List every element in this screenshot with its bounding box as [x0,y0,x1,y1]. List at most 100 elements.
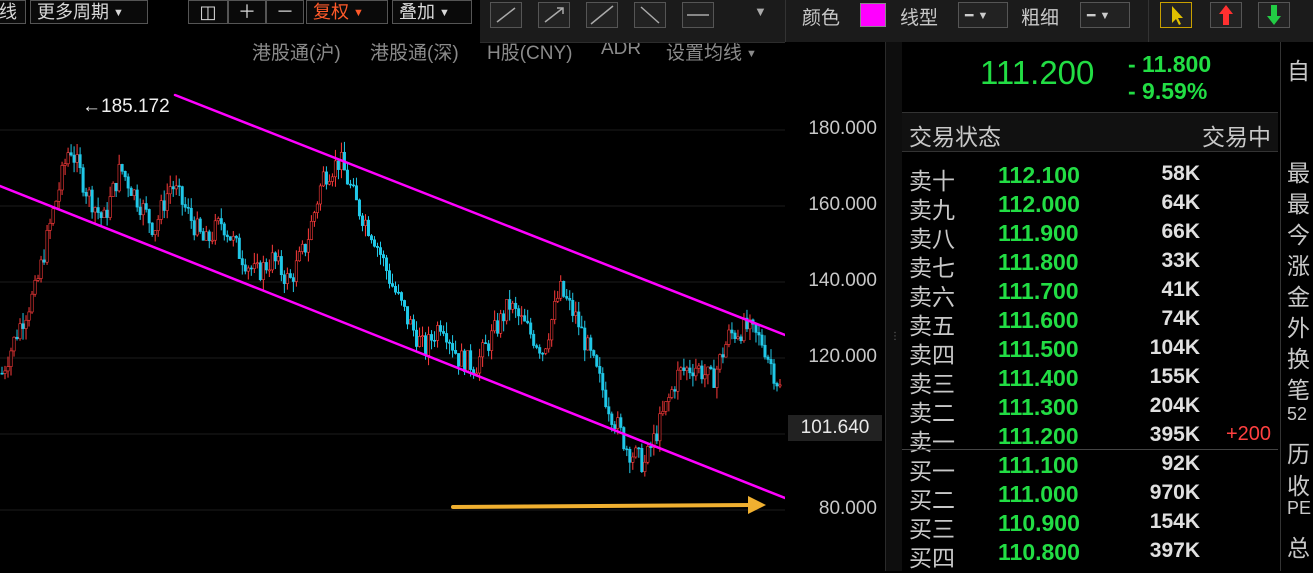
bid-row[interactable]: 买三 110.900 154K [902,510,1278,542]
ask-row[interactable]: 卖十 112.100 58K [902,162,1278,194]
ask-row[interactable]: 卖五 111.600 74K [902,307,1278,339]
ask-row[interactable]: 卖二 111.300 204K [902,394,1278,426]
line-type-dropdown[interactable]: ━ ▼ [958,2,1008,28]
candle [327,174,331,186]
candle [156,215,160,237]
zoom-in-button[interactable]: ＋ [228,0,266,24]
ask-row[interactable]: 卖九 112.000 64K [902,191,1278,223]
candle [270,244,274,274]
candle [198,217,202,234]
candle [294,250,298,287]
candle [93,206,97,224]
ask-row[interactable]: 卖八 111.900 66K [902,220,1278,252]
color-swatch[interactable] [860,3,886,27]
candle [258,260,262,282]
ask-vol: 41K [1161,278,1200,301]
thickness-dropdown[interactable]: ━ ▼ [1080,2,1130,28]
candle [769,349,773,375]
candle [336,160,340,180]
candle [661,400,665,416]
adjust-dropdown[interactable]: 复权 ▼ [306,0,388,24]
panel-splitter[interactable]: ⋮ [885,42,903,571]
candle [6,356,10,378]
ask-row[interactable]: 卖六 111.700 41K [902,278,1278,310]
candle [601,367,605,398]
candle [267,259,271,277]
arrow-head-icon [748,496,766,514]
down-arrow-tool[interactable] [1258,2,1290,28]
candle [523,308,527,322]
candle [24,315,28,340]
bid-row[interactable]: 买二 111.000 970K [902,481,1278,513]
candle [544,348,548,356]
candle [48,218,52,240]
candle [132,188,136,201]
candle [144,196,148,213]
bid-vol: 397K [1149,539,1200,562]
candle [60,161,64,195]
window-icon-button[interactable]: ◫ [188,0,228,24]
candle [285,267,289,290]
channel-upper-line[interactable] [173,93,785,337]
candle [315,201,319,219]
candle [619,413,623,431]
ask-row[interactable]: 卖四 111.500 104K [902,336,1278,368]
ray-tool[interactable] [538,2,570,28]
bid-row[interactable]: 买四 110.800 397K [902,539,1278,571]
candle [625,445,629,457]
candle [391,273,395,288]
candle [568,290,572,311]
candle [634,445,638,459]
candle [679,366,683,380]
horizontal-line-tool[interactable] [682,2,714,28]
candle [430,330,434,350]
stat-label-fragment: 换 [1287,346,1310,372]
period-button[interactable]: 线 [0,0,26,24]
down-line-tool[interactable] [634,2,666,28]
caret-down-icon: ▼ [746,47,757,60]
subtab-1[interactable]: 港股通(深) [370,38,459,65]
candle [195,211,199,237]
up-arrow-tool[interactable] [1210,2,1242,28]
ask-row[interactable]: 卖三 111.400 155K [902,365,1278,397]
subtab-0[interactable]: 港股通(沪) [252,38,341,65]
candle [207,229,211,249]
candle [216,216,220,225]
candle [754,323,758,343]
candle [751,318,755,333]
candle [204,225,208,241]
candle [321,166,325,187]
line-segment-tool[interactable] [490,2,522,28]
ask-vol: 64K [1161,191,1200,214]
more-tools-caret-icon[interactable]: ▼ [754,4,767,19]
overlay-dropdown[interactable]: 叠加 ▼ [392,0,472,24]
select-cursor-tool[interactable] [1160,2,1192,28]
candle [511,300,515,314]
candle [273,251,277,270]
candle [135,184,139,212]
color-label: 颜色 [802,8,841,29]
candlestick-chart[interactable] [0,0,785,571]
candle [721,347,725,364]
candle [288,269,292,279]
candle [333,149,337,187]
candle [763,335,767,360]
more-periods-dropdown[interactable]: 更多周期 ▼ [30,0,148,24]
candle [276,249,280,265]
quote-panel: 111.200 - 11.800 - 9.59% 交易状态 交易中 卖十 112.… [902,42,1280,571]
zoom-out-button[interactable]: － [266,0,304,24]
ask-row[interactable]: 卖七 111.800 33K [902,249,1278,281]
candle [766,354,770,364]
candle [366,216,370,237]
bid-row[interactable]: 买一 111.100 92K [902,452,1278,484]
candle [291,273,295,293]
ask-vol: 66K [1161,220,1200,243]
candle [363,214,367,237]
candle [312,210,316,227]
channel-lower-line[interactable] [0,184,785,500]
ask-row[interactable]: 卖一 111.200 395K +200 [902,423,1278,455]
candle [451,335,455,358]
candle [165,183,169,219]
horizontal-arrow-line[interactable] [451,503,752,509]
extended-line-tool[interactable] [586,2,618,28]
